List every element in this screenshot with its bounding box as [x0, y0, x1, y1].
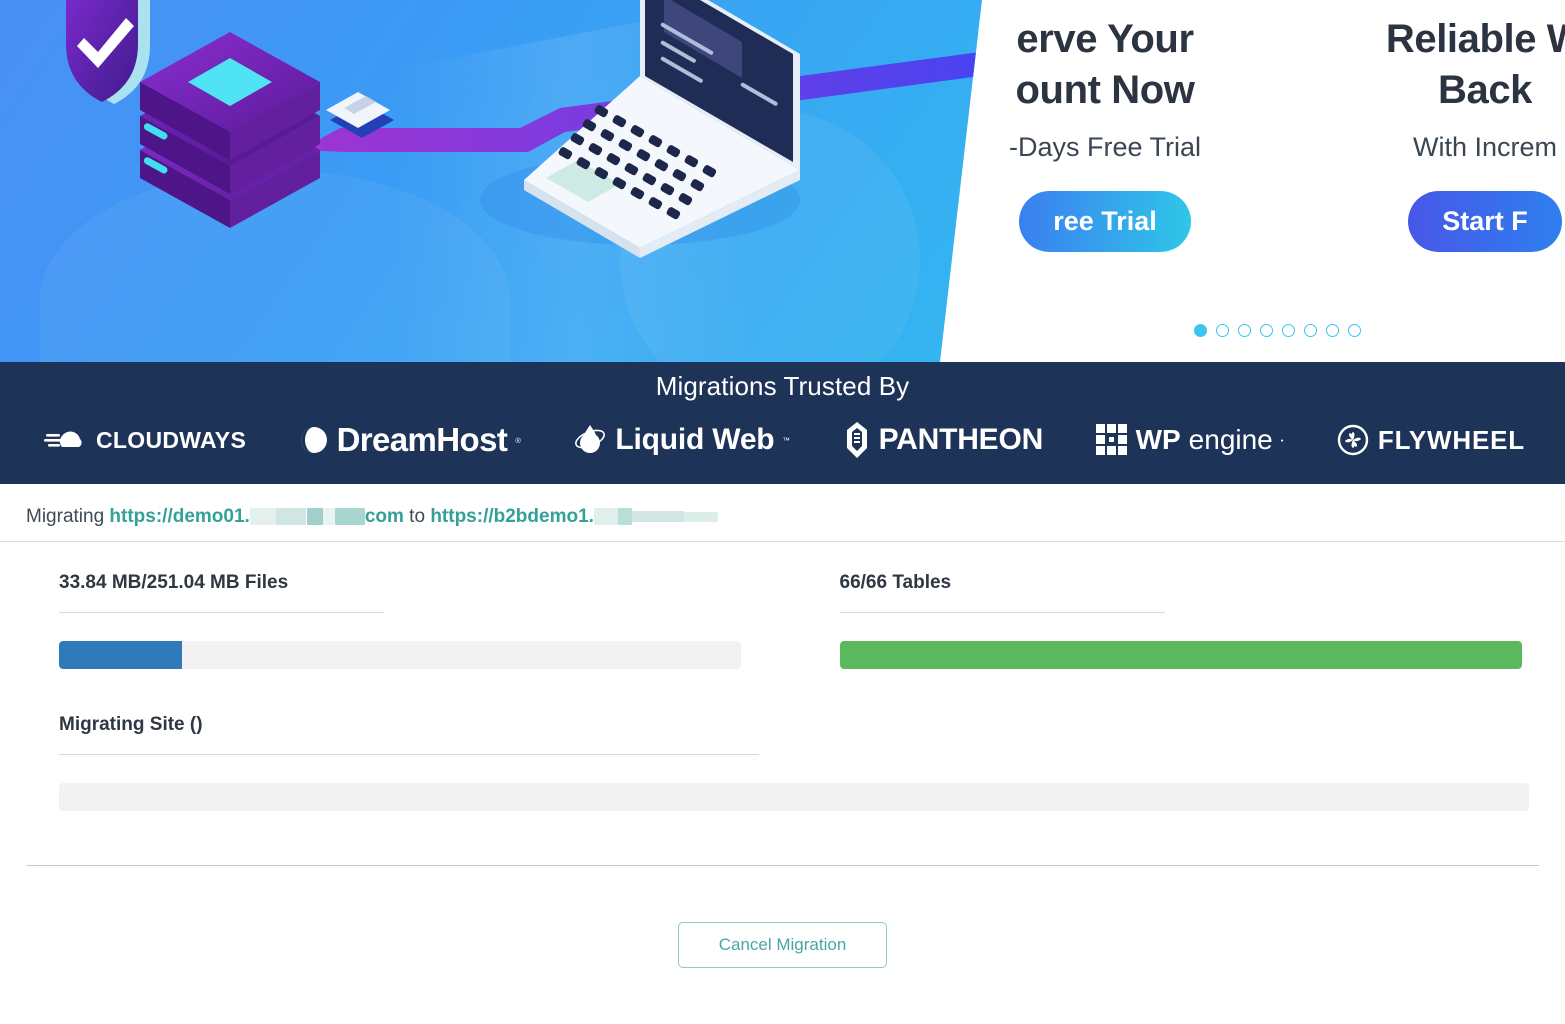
- carousel-dot-4[interactable]: [1260, 324, 1273, 337]
- cloudways-logo-text: CLOUDWAYS: [96, 426, 247, 453]
- migration-illustration: [0, 0, 982, 362]
- promo-cta-button-2[interactable]: Start F: [1408, 191, 1562, 253]
- redacted-block: [275, 508, 306, 526]
- promo-title-line2: ount Now: [1015, 68, 1195, 113]
- carousel-dot-8[interactable]: [1348, 324, 1361, 337]
- migration-status-line: Migrating https://demo01. com to https://…: [0, 484, 1565, 542]
- promo-card-list: erve Your ount Now -Days Free Trial ree …: [990, 0, 1565, 362]
- isometric-illustration-svg: [66, 0, 980, 258]
- tables-progress-label: 66/66 Tables: [839, 572, 952, 593]
- promo-title-line1: Reliable W: [1385, 17, 1565, 61]
- redacted-block: [334, 508, 365, 526]
- partner-logo-row: CLOUDWAYS DreamHost ® Liquid Web ™ PANTH…: [0, 402, 1565, 472]
- pantheon-logo: PANTHEON: [843, 422, 1044, 458]
- cancel-migration-button[interactable]: Cancel Migration: [677, 922, 888, 968]
- promo-title-line1: erve Your: [1016, 17, 1194, 61]
- migration-connector: to: [403, 506, 431, 527]
- wpengine-logo-text-thin: engine: [1188, 424, 1273, 455]
- source-url[interactable]: https://demo01.: [109, 506, 249, 527]
- files-progress-section: 33.84 MB/251.04 MB Files: [26, 572, 783, 669]
- promo-card-2[interactable]: Reliable W Back With Increm Start F: [1320, 0, 1565, 253]
- tables-progress-section: 66/66 Tables: [783, 572, 1540, 669]
- carousel-dot-6[interactable]: [1304, 324, 1317, 337]
- migration-footer: Cancel Migration: [0, 866, 1565, 968]
- promo-card-1[interactable]: erve Your ount Now -Days Free Trial ree …: [940, 0, 1270, 253]
- wpengine-icon: [1095, 424, 1127, 455]
- destination-url[interactable]: https://b2bdemo1.: [430, 506, 594, 527]
- pantheon-icon: [846, 422, 867, 458]
- flywheel-logo: FLYWHEEL: [1336, 423, 1525, 457]
- redacted-block: [631, 511, 684, 523]
- dreamhost-icon: [300, 427, 327, 453]
- dreamhost-logo-text: DreamHost: [336, 421, 508, 458]
- flywheel-icon: [1337, 424, 1369, 456]
- redacted-block: [617, 508, 632, 526]
- promo-subtitle: With Increm: [1412, 132, 1558, 163]
- site-progress-section: Migrating Site (): [0, 669, 1565, 811]
- site-progress-bar: [59, 783, 1529, 811]
- files-progress-fill: [59, 641, 182, 669]
- site-progress-label: Migrating Site (): [59, 714, 203, 735]
- migrating-prefix: Migrating: [26, 506, 110, 527]
- promo-cta-button-1[interactable]: ree Trial: [1019, 191, 1191, 253]
- cloudways-icon: [44, 431, 82, 447]
- source-url-tail[interactable]: com: [365, 506, 404, 527]
- progress-grid: 33.84 MB/251.04 MB Files 66/66 Tables: [0, 542, 1565, 669]
- carousel-dot-1[interactable]: [1194, 324, 1207, 337]
- promo-title-line2: Back: [1437, 68, 1533, 113]
- redacted-block: [322, 508, 335, 526]
- files-progress-label: 33.84 MB/251.04 MB Files: [59, 572, 289, 593]
- carousel-dot-7[interactable]: [1326, 324, 1339, 337]
- pantheon-logo-text: PANTHEON: [878, 423, 1044, 456]
- files-divider: [59, 612, 384, 613]
- tables-progress-fill: [839, 641, 1522, 669]
- liquidweb-icon: [575, 425, 606, 453]
- trusted-by-bar: Migrations Trusted By CLOUDWAYS DreamHos…: [0, 362, 1565, 484]
- flywheel-logo-text: FLYWHEEL: [1377, 424, 1525, 455]
- carousel-dot-3[interactable]: [1238, 324, 1251, 337]
- dreamhost-logo: DreamHost ®: [299, 421, 521, 459]
- liquidweb-logo-text: Liquid Web: [615, 423, 775, 456]
- wpengine-logo: WP engine •: [1095, 424, 1283, 456]
- carousel-dot-2[interactable]: [1216, 324, 1229, 337]
- files-progress-bar: [59, 641, 741, 669]
- wpengine-logo-text-bold: WP: [1135, 424, 1181, 455]
- carousel-dots[interactable]: [990, 324, 1565, 337]
- promo-banner: erve Your ount Now -Days Free Trial ree …: [0, 0, 1565, 362]
- promo-subtitle: -Days Free Trial: [1008, 132, 1202, 163]
- tables-progress-bar: [839, 641, 1522, 669]
- redacted-block: [249, 508, 276, 526]
- migration-panel: Migrating https://demo01. com to https://…: [0, 484, 1565, 968]
- redacted-block: [683, 511, 718, 522]
- tables-divider: [839, 612, 1165, 613]
- redacted-block: [593, 508, 618, 526]
- liquidweb-logo: Liquid Web ™: [573, 423, 790, 457]
- carousel-dot-5[interactable]: [1282, 324, 1295, 337]
- redacted-block: [306, 508, 323, 526]
- site-divider: [59, 754, 759, 755]
- trusted-by-title: Migrations Trusted By: [655, 371, 910, 401]
- cloudways-logo: CLOUDWAYS: [44, 425, 246, 455]
